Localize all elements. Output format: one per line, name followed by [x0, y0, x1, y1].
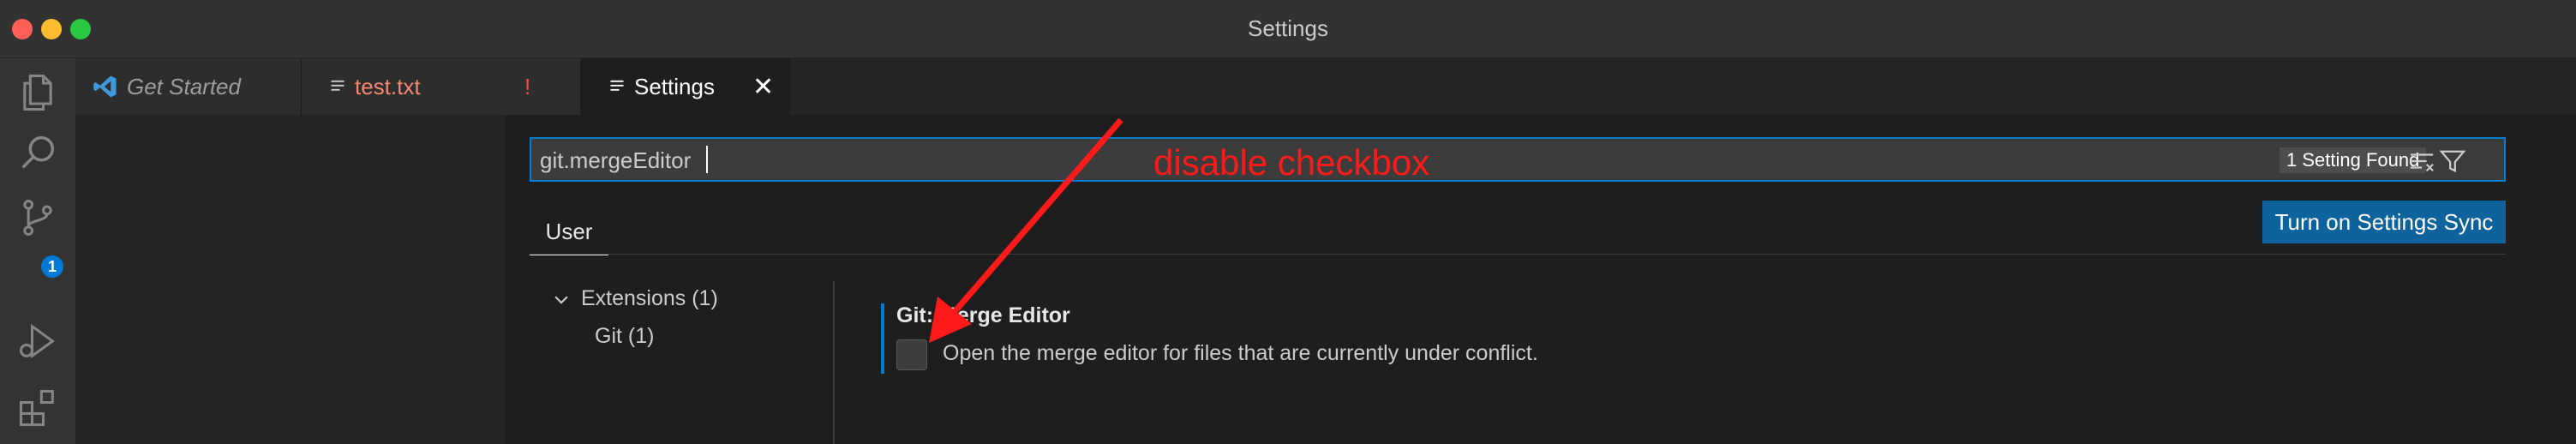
activity-bar: 1	[0, 58, 75, 444]
tab-settings[interactable]: Settings ✕	[581, 58, 790, 115]
setting-focus-indicator	[881, 303, 884, 374]
title-bar: Settings	[0, 0, 2576, 58]
filter-icon[interactable]	[2439, 147, 2466, 175]
tab-get-started[interactable]: Get Started	[75, 58, 302, 115]
file-lines-icon	[329, 78, 346, 95]
extensions-icon[interactable]	[12, 382, 63, 434]
toc-item-label: Extensions (1)	[581, 286, 718, 310]
tab-close-icon[interactable]: ✕	[752, 72, 774, 102]
results-count-badge: 1 Setting Found	[2279, 147, 2427, 173]
tab-label: Settings	[634, 73, 715, 99]
toc-divider	[833, 281, 835, 444]
tab-warning-indicator: !	[524, 73, 531, 99]
source-control-badge: 1	[39, 254, 65, 279]
scope-tabs-divider	[530, 254, 2506, 255]
settings-lines-icon	[608, 78, 626, 95]
turn-on-settings-sync-button[interactable]: Turn on Settings Sync	[2262, 201, 2506, 243]
settings-search-input[interactable]: git.mergeEditor 1 Setting Found	[530, 137, 2506, 182]
merge-editor-checkbox[interactable]	[896, 339, 927, 370]
vscode-logo-icon	[93, 74, 118, 99]
text-caret	[706, 146, 708, 173]
empty-editor-group	[75, 115, 506, 444]
editor-tabs: Get Started test.txt ! Settings ✕	[75, 58, 2576, 115]
toc-item-git[interactable]: Git (1)	[595, 324, 654, 349]
toc-item-extensions[interactable]: Extensions (1)	[552, 286, 718, 311]
explorer-icon[interactable]	[12, 67, 63, 118]
tab-user-scope[interactable]: User	[530, 209, 608, 255]
setting-title: Git: Merge Editor	[896, 303, 1070, 327]
tab-label: Get Started	[127, 73, 241, 99]
search-icon[interactable]	[12, 127, 63, 178]
clear-filter-icon[interactable]	[2408, 147, 2435, 175]
window-title: Settings	[1248, 15, 1328, 41]
setting-description: Open the merge editor for files that are…	[943, 341, 1538, 365]
tab-test-txt[interactable]: test.txt !	[302, 58, 581, 115]
source-control-icon[interactable]	[12, 192, 63, 243]
chevron-down-icon	[552, 290, 571, 309]
run-debug-icon[interactable]	[12, 315, 63, 367]
annotation-label: disable checkbox	[1153, 142, 1430, 183]
tab-label: test.txt	[355, 73, 421, 99]
search-value: git.mergeEditor	[540, 147, 692, 173]
